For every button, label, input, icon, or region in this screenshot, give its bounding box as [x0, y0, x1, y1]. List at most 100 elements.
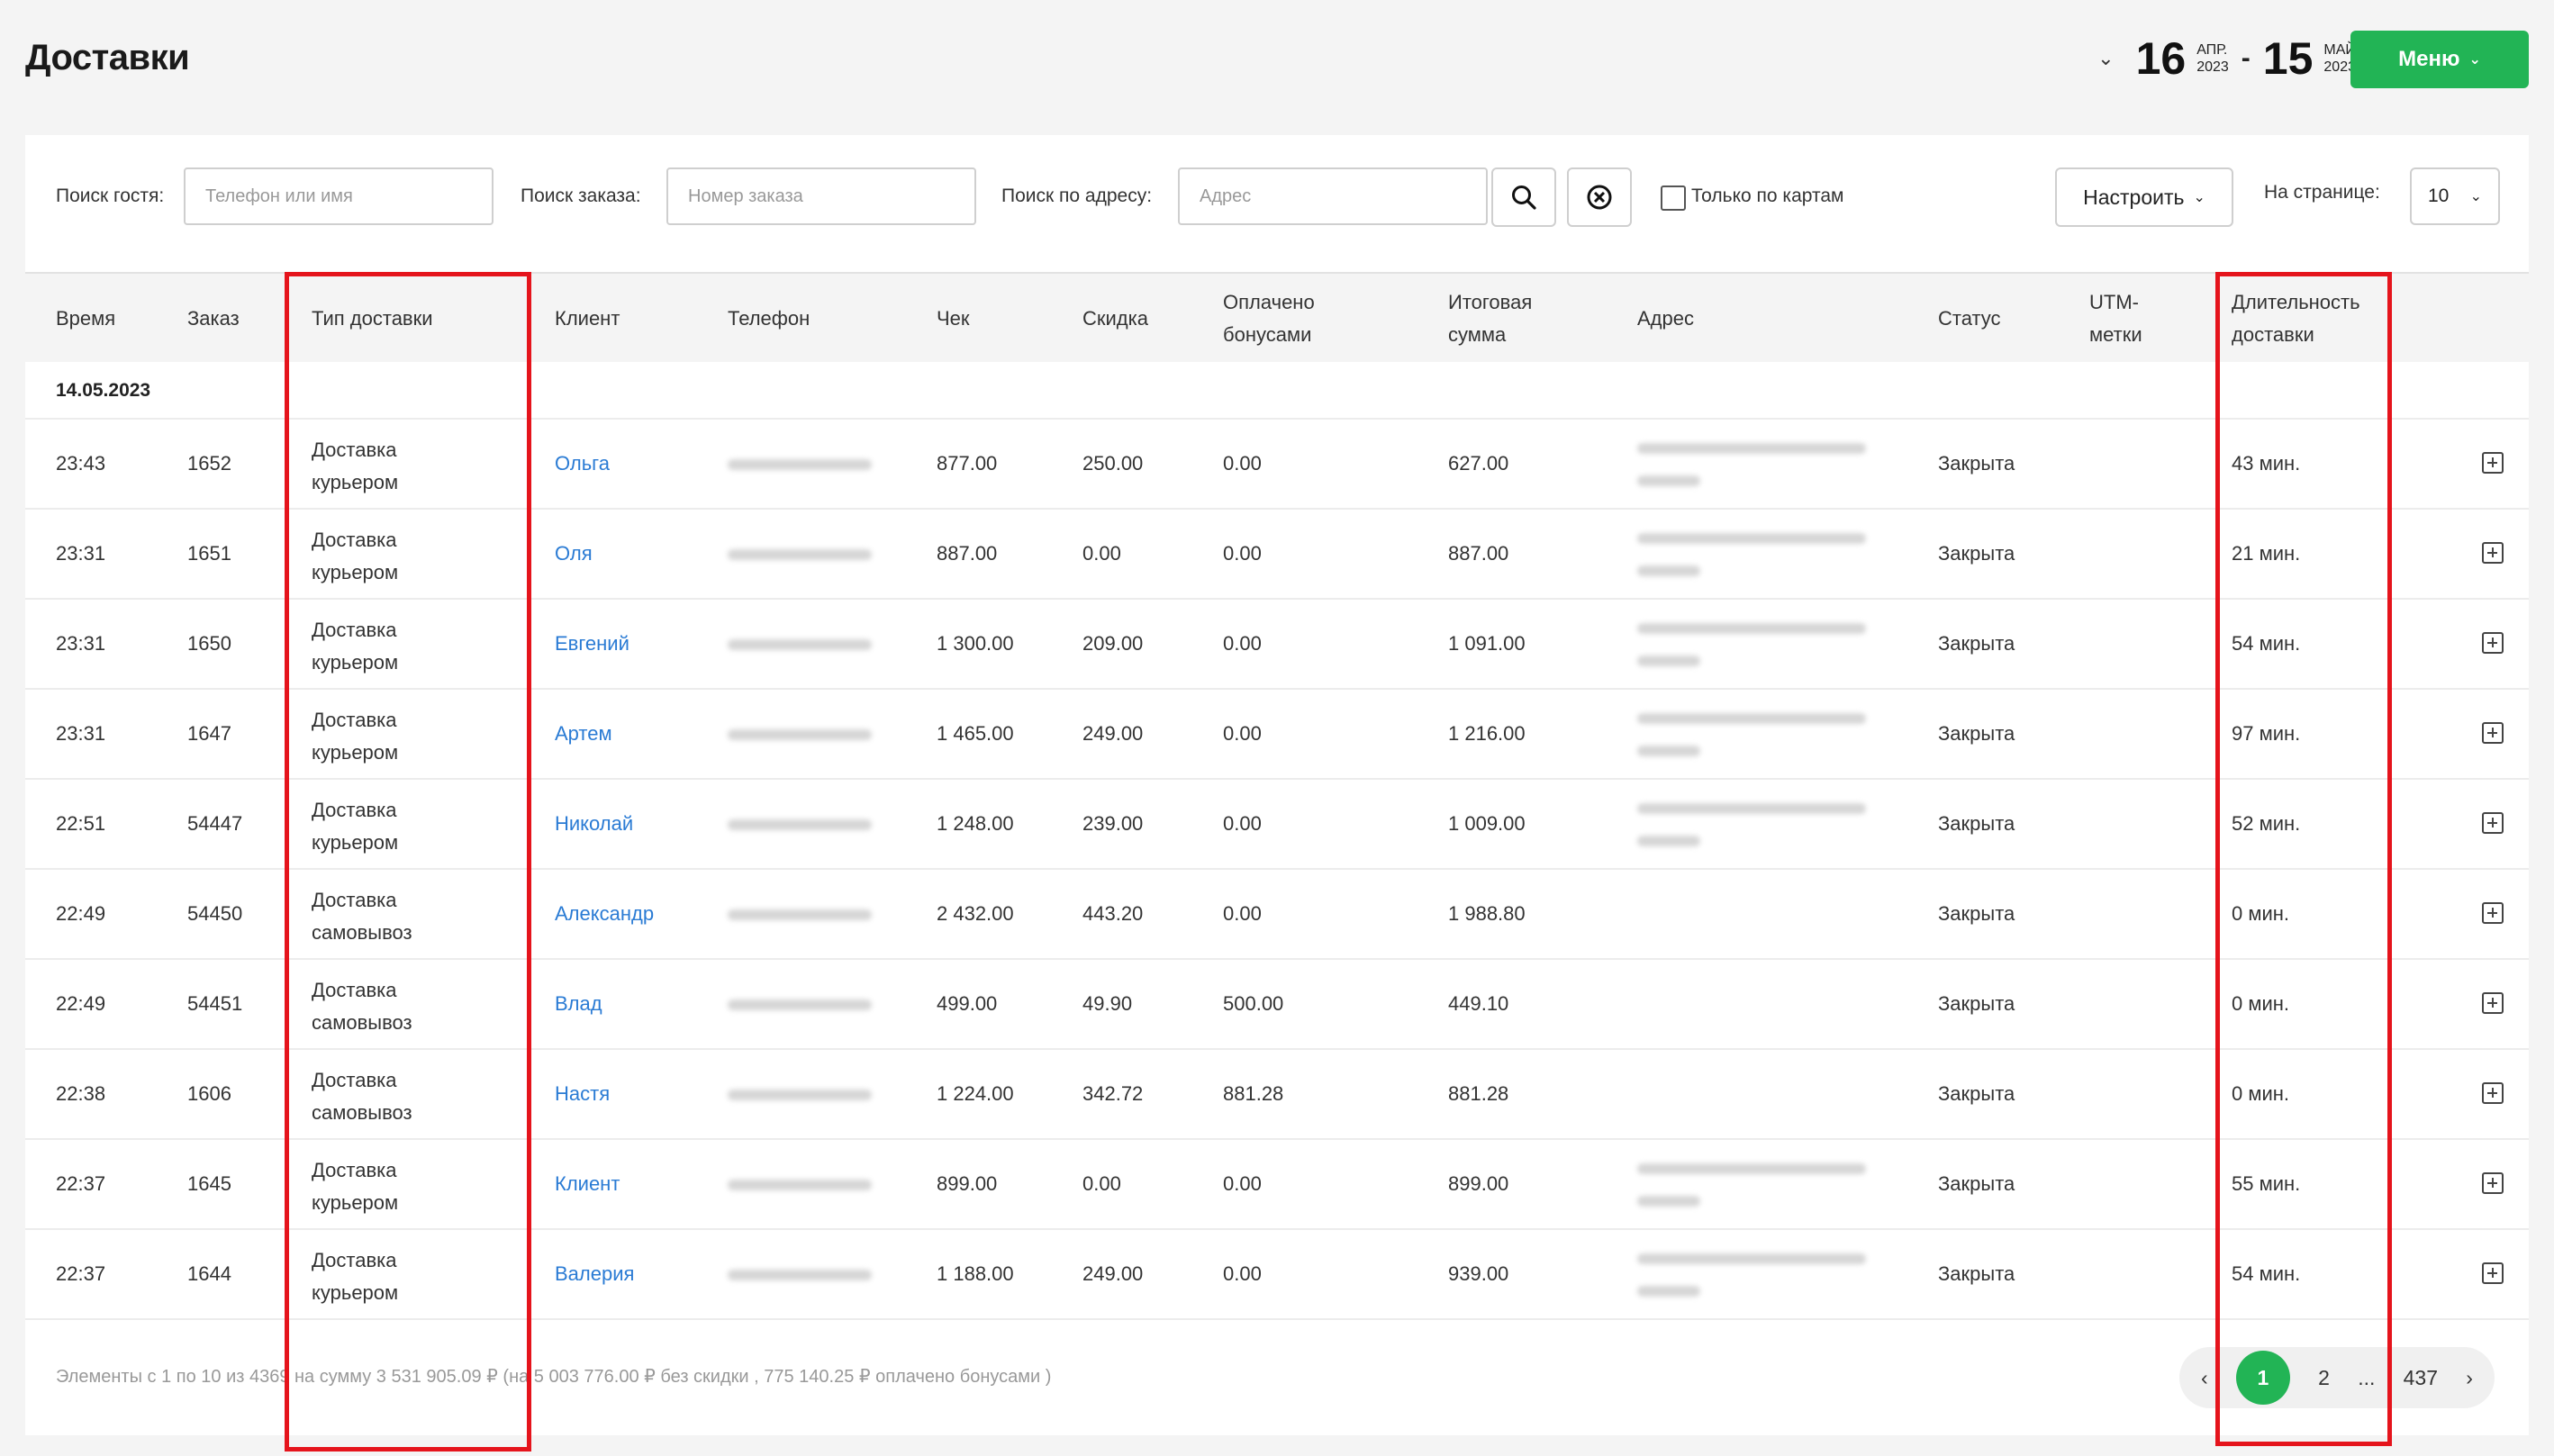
expand-row-icon[interactable]	[2482, 902, 2504, 924]
pagination-next-button[interactable]: ›	[2466, 1366, 2473, 1390]
cell-client-link[interactable]: Валерия	[555, 1262, 634, 1286]
clear-filters-button[interactable]	[1567, 167, 1632, 227]
expand-row-icon[interactable]	[2482, 1082, 2504, 1104]
per-page-select[interactable]: 10 ⌄	[2410, 167, 2500, 225]
table-row[interactable]: 22:37 1645 Доставка курьером Клиент 899.00 0.0…	[25, 1140, 2529, 1230]
menu-button-label: Меню	[2398, 47, 2460, 71]
table-row[interactable]: 22:37 1644 Доставка курьером Валерия 1 188.00…	[25, 1230, 2529, 1320]
table-row[interactable]: 22:49 54450 Доставка самовывоз Александр 2 43…	[25, 870, 2529, 960]
pagination-prev-button[interactable]: ‹	[2201, 1366, 2208, 1390]
cell-time: 22:49	[56, 992, 106, 1015]
cell-discount: 342.72	[1082, 1082, 1144, 1105]
col-check[interactable]: Чек	[937, 303, 970, 335]
cell-address-redacted	[1637, 623, 1866, 634]
search-button[interactable]	[1491, 167, 1556, 227]
order-search-input[interactable]: Номер заказа	[666, 167, 976, 225]
cell-address-redacted	[1637, 836, 1700, 846]
cell-total: 887.00	[1448, 542, 1509, 565]
setup-columns-button[interactable]: Настроить ⌄	[2055, 167, 2233, 227]
cell-delivery-duration: 0 мин.	[2232, 992, 2290, 1015]
cell-client-link[interactable]: Влад	[555, 992, 602, 1016]
expand-row-icon[interactable]	[2482, 1262, 2504, 1284]
cell-status: Закрыта	[1938, 722, 2015, 745]
expand-row-icon[interactable]	[2482, 542, 2504, 564]
cell-status: Закрыта	[1938, 1172, 2015, 1195]
date-group-label: 14.05.2023	[56, 380, 151, 401]
col-phone[interactable]: Телефон	[728, 303, 810, 335]
cell-total: 1 216.00	[1448, 722, 1526, 745]
date-range-picker[interactable]: ⌄ 16 АПР. 2023 - 15 МАЙ 2023	[2097, 36, 2356, 81]
col-total[interactable]: Итоговая сумма	[1448, 286, 1532, 351]
pagination-page-current[interactable]: 1	[2235, 1351, 2290, 1405]
cell-delivery-type-line1: Доставка	[312, 709, 397, 731]
cell-client-link[interactable]: Артем	[555, 722, 612, 746]
expand-row-icon[interactable]	[2482, 812, 2504, 834]
pagination-ellipsis: ...	[2358, 1365, 2376, 1389]
guest-search-input[interactable]: Телефон или имя	[184, 167, 494, 225]
address-search-input[interactable]: Адрес	[1178, 167, 1488, 225]
table-row[interactable]: 22:38 1606 Доставка самовывоз Настя 1 224.00 3…	[25, 1050, 2529, 1140]
col-delivery-type[interactable]: Тип доставки	[312, 303, 433, 335]
pagination-page-2[interactable]: 2	[2318, 1366, 2330, 1390]
per-page-value: 10	[2428, 185, 2450, 206]
address-search-label: Поиск по адресу:	[1001, 185, 1153, 206]
cell-discount: 249.00	[1082, 722, 1144, 745]
expand-row-icon[interactable]	[2482, 632, 2504, 654]
cell-time: 23:31	[56, 542, 106, 565]
cell-status: Закрыта	[1938, 452, 2015, 475]
cards-only-label[interactable]: Только по картам	[1691, 185, 1843, 207]
cell-client-link[interactable]: Клиент	[555, 1172, 620, 1196]
cell-phone-redacted	[728, 819, 872, 830]
col-paid-bonus[interactable]: Оплачено бонусами	[1223, 286, 1315, 351]
cell-paid-bonus: 0.00	[1223, 542, 1262, 565]
expand-row-icon[interactable]	[2482, 722, 2504, 744]
col-discount[interactable]: Скидка	[1082, 303, 1148, 335]
col-duration-line1: Длительность	[2232, 291, 2360, 313]
cell-delivery-type-line2: курьером	[312, 561, 399, 583]
table-row[interactable]: 23:31 1647 Доставка курьером Артем 1 465.00 24…	[25, 690, 2529, 780]
cell-discount: 249.00	[1082, 1262, 1144, 1285]
cell-time: 22:37	[56, 1172, 106, 1195]
expand-row-icon[interactable]	[2482, 992, 2504, 1014]
table-row[interactable]: 23:31 1650 Доставка курьером Евгений 1 300.00…	[25, 600, 2529, 690]
col-status[interactable]: Статус	[1938, 303, 2001, 335]
clear-circle-icon	[1587, 185, 1612, 210]
col-delivery-duration[interactable]: Длительность доставки	[2232, 286, 2360, 351]
cell-client-link[interactable]: Ольга	[555, 452, 610, 475]
cell-client-link[interactable]: Настя	[555, 1082, 610, 1106]
cell-client-link[interactable]: Николай	[555, 812, 633, 836]
col-client[interactable]: Клиент	[555, 303, 620, 335]
search-icon	[1512, 185, 1536, 210]
cell-delivery-type-line2: самовывоз	[312, 1011, 412, 1034]
cell-client-link[interactable]: Александр	[555, 902, 654, 926]
table-row[interactable]: 23:43 1652 Доставка курьером Ольга 877.00 250.…	[25, 420, 2529, 510]
cell-discount: 250.00	[1082, 452, 1144, 475]
cards-only-checkbox[interactable]	[1661, 185, 1686, 211]
cell-client-link[interactable]: Евгений	[555, 632, 629, 656]
cell-client-link[interactable]: Оля	[555, 542, 593, 565]
table-row[interactable]: 23:31 1651 Доставка курьером Оля 887.00 0.00 0.…	[25, 510, 2529, 600]
table-row[interactable]: 22:49 54451 Доставка самовывоз Влад 499.00 49.…	[25, 960, 2529, 1050]
cell-paid-bonus: 0.00	[1223, 1262, 1262, 1285]
cell-paid-bonus: 500.00	[1223, 992, 1284, 1015]
table-row[interactable]: 22:51 54447 Доставка курьером Николай 1 248.0…	[25, 780, 2529, 870]
col-duration-line2: доставки	[2232, 323, 2314, 346]
cell-total: 1 988.80	[1448, 902, 1526, 925]
cell-total: 1 091.00	[1448, 632, 1526, 655]
chevron-down-icon: ⌄	[2468, 52, 2481, 68]
cell-paid-bonus: 0.00	[1223, 452, 1262, 475]
col-time[interactable]: Время	[56, 303, 115, 335]
cell-address-redacted	[1637, 1286, 1700, 1297]
col-order[interactable]: Заказ	[187, 303, 240, 335]
col-address[interactable]: Адрес	[1637, 303, 1694, 335]
col-utm-line1: UTM-	[2089, 291, 2139, 313]
cell-delivery-type-line1: Доставка	[312, 529, 397, 551]
expand-row-icon[interactable]	[2482, 1172, 2504, 1194]
expand-row-icon[interactable]	[2482, 452, 2504, 474]
menu-button[interactable]: Меню ⌄	[2350, 31, 2529, 88]
cell-address-redacted	[1637, 803, 1866, 814]
pagination-page-last[interactable]: 437	[2404, 1366, 2438, 1390]
chevron-down-icon[interactable]: ⌄	[2097, 47, 2114, 70]
cell-delivery-type: Доставка самовывоз	[312, 974, 412, 1039]
col-utm[interactable]: UTM- метки	[2089, 286, 2142, 351]
